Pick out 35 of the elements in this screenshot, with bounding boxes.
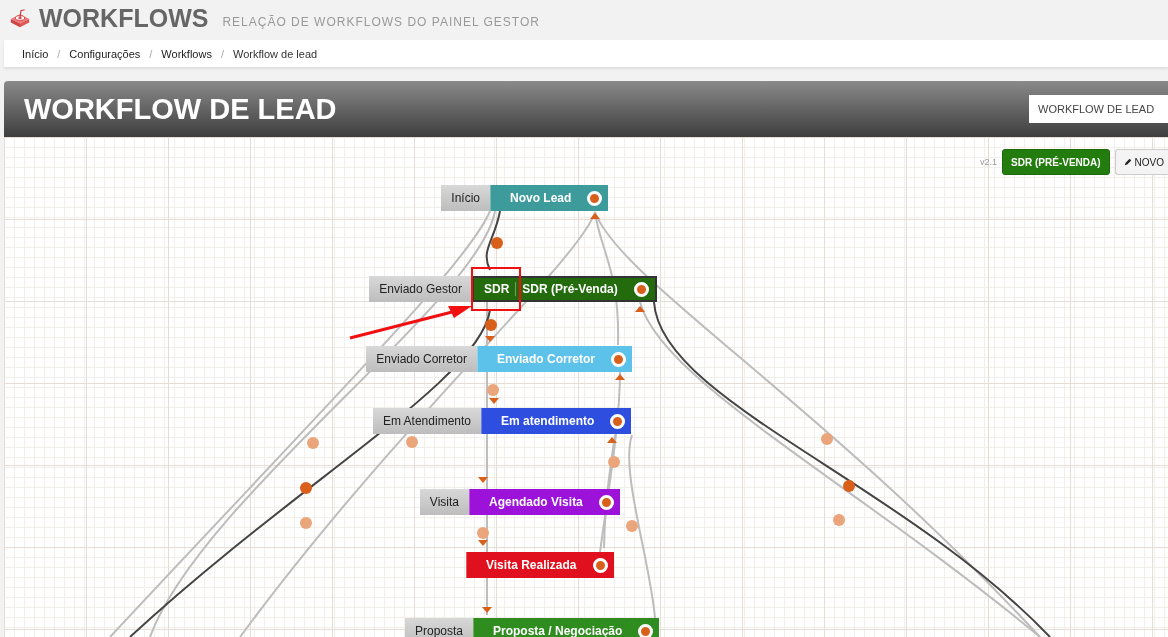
page-subtitle: RELAÇÃO DE WORKFLOWS DO PAINEL GESTOR [222,15,540,29]
version-label: v2.1 [980,157,998,167]
logo-icon [9,7,31,29]
breadcrumb-link[interactable]: Workflow de lead [232,47,318,60]
workflow-node[interactable]: Proposta / Negociação [473,618,660,637]
breadcrumb-link[interactable]: Workflows [161,47,212,60]
panel-title: WORKFLOW DE LEAD [24,92,337,126]
workflow-node[interactable]: Visita Realizada [466,552,614,578]
workflow-node[interactable]: SDR SDR (Pré-Venda) [472,276,657,302]
port-icon [587,190,603,206]
breadcrumb-separator: / [220,47,224,60]
breadcrumb-link[interactable]: Início [22,47,49,60]
stage-button[interactable]: SDR (PRÉ-VENDA) [1002,149,1110,175]
stage-tag: Enviado Corretor [366,346,477,372]
port-icon [592,557,608,573]
highlight-rectangle [471,267,521,311]
port-icon [611,351,626,367]
new-button[interactable]: NOVO [1114,149,1168,175]
page-title: WORKFLOWS [39,3,209,33]
port-icon [598,494,614,510]
workflow-node[interactable]: Em atendimento [481,408,632,434]
port-icon [633,281,649,297]
breadcrumb-separator: / [149,47,153,60]
breadcrumb-separator: / [57,47,61,60]
pencil-icon [1123,158,1132,166]
stage-tag: Em Atendimento [372,408,481,434]
breadcrumb-link[interactable]: Configurações [69,47,141,60]
workflow-node[interactable]: Agendado Visita [469,489,620,515]
stage-tag: Enviado Gestor [369,276,472,302]
stage-tag: Proposta [404,618,473,637]
port-icon [610,413,626,429]
workflow-select[interactable]: WORKFLOW DE LEAD [1029,95,1168,123]
stage-tag: Início [441,185,490,211]
port-icon [638,623,654,637]
stage-tag: Visita [419,489,469,515]
